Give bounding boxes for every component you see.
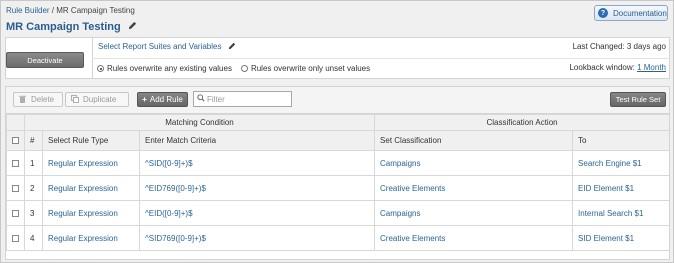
- duplicate-label: Duplicate: [83, 95, 117, 104]
- duplicate-icon: [71, 94, 79, 105]
- row-number: 4: [24, 225, 43, 251]
- match-criteria-cell[interactable]: ^SID([0-9]+)$: [138, 150, 376, 176]
- test-rule-set-button[interactable]: Test Rule Set: [610, 92, 666, 107]
- help-icon: ?: [598, 8, 608, 18]
- match-criteria-cell[interactable]: ^SID769([0-9]+)$: [138, 225, 376, 251]
- select-report-suites-link[interactable]: Select Report Suites and Variables: [98, 42, 221, 51]
- delete-label: Delete: [31, 95, 55, 104]
- row-checkbox[interactable]: [12, 159, 19, 167]
- rules-panel: Delete Duplicate + Add Rule Filter Test …: [5, 86, 670, 260]
- col-header-to[interactable]: To: [572, 130, 669, 151]
- classification-cell[interactable]: Creative Elements: [374, 225, 574, 251]
- pencil-icon[interactable]: [228, 42, 236, 52]
- classification-action-header: Classification Action: [374, 114, 669, 131]
- lookback-value-link[interactable]: 1 Month: [637, 63, 666, 72]
- breadcrumb-current: MR Campaign Testing: [56, 6, 135, 15]
- delete-button[interactable]: Delete: [13, 92, 63, 107]
- to-cell[interactable]: EID Element $1: [572, 175, 669, 201]
- row-checkbox-cell: [6, 175, 25, 201]
- row-checkbox-cell: [6, 150, 25, 176]
- select-all-cell: [6, 130, 25, 151]
- page-title-wrap: MR Campaign Testing: [6, 21, 137, 33]
- to-cell[interactable]: Search Engine $1: [572, 150, 669, 176]
- col-header-number[interactable]: #: [24, 130, 43, 151]
- rules-toolbar: Delete Duplicate + Add Rule Filter Test …: [6, 87, 669, 114]
- row-checkbox[interactable]: [12, 209, 19, 217]
- radio-overwrite-all-label: Rules overwrite any existing values: [107, 64, 232, 73]
- lookback-window: Lookback window: 1 Month: [569, 63, 666, 72]
- rule-type-cell[interactable]: Regular Expression: [42, 175, 140, 201]
- filter-placeholder: Filter: [207, 94, 225, 104]
- classification-cell[interactable]: Campaigns: [374, 150, 574, 176]
- table-row[interactable]: 4 Regular Expression ^SID769([0-9]+)$ Cr…: [6, 225, 669, 251]
- row-checkbox[interactable]: [12, 184, 19, 192]
- match-criteria-cell[interactable]: ^EID([0-9]+)$: [138, 200, 376, 226]
- row-checkbox-cell: [6, 225, 25, 251]
- col-header-match-criteria[interactable]: Enter Match Criteria: [138, 130, 376, 151]
- to-cell[interactable]: Internal Search $1: [572, 200, 669, 226]
- select-report-suites: Select Report Suites and Variables: [98, 42, 236, 52]
- plus-icon: +: [142, 95, 147, 104]
- lookback-label: Lookback window:: [569, 63, 635, 72]
- group-header-spacer: [6, 114, 25, 131]
- documentation-button[interactable]: ? Documentation: [594, 5, 668, 21]
- rule-type-cell[interactable]: Regular Expression: [42, 150, 140, 176]
- radio-overwrite-all[interactable]: [97, 65, 104, 72]
- add-rule-label: Add Rule: [149, 95, 183, 104]
- matching-condition-header: Matching Condition: [23, 114, 376, 131]
- table-row[interactable]: 1 Regular Expression ^SID([0-9]+)$ Campa…: [6, 150, 669, 176]
- rules-table: Matching Condition Classification Action…: [6, 114, 669, 251]
- page-title: MR Campaign Testing: [6, 21, 121, 33]
- trash-icon: [19, 95, 26, 105]
- row-number: 1: [24, 150, 43, 176]
- col-header-set-classification[interactable]: Set Classification: [374, 130, 574, 151]
- duplicate-button[interactable]: Duplicate: [65, 92, 129, 107]
- filter-input[interactable]: Filter: [193, 91, 292, 107]
- select-all-checkbox[interactable]: [12, 137, 19, 145]
- col-header-rule-type[interactable]: Select Rule Type: [42, 130, 140, 151]
- classification-cell[interactable]: Campaigns: [374, 200, 574, 226]
- overwrite-options: Rules overwrite any existing values Rule…: [97, 64, 370, 73]
- row-checkbox[interactable]: [12, 234, 19, 242]
- breadcrumb: Rule Builder / MR Campaign Testing: [6, 6, 135, 15]
- table-column-header: # Select Rule Type Enter Match Criteria …: [6, 130, 669, 151]
- match-criteria-cell[interactable]: ^EID769([0-9]+)$: [138, 175, 376, 201]
- radio-overwrite-unset-label: Rules overwrite only unset values: [250, 64, 371, 73]
- rule-type-cell[interactable]: Regular Expression: [42, 225, 140, 251]
- documentation-label: Documentation: [613, 8, 667, 18]
- add-rule-button[interactable]: + Add Rule: [137, 92, 188, 107]
- rule-type-cell[interactable]: Regular Expression: [42, 200, 140, 226]
- to-cell[interactable]: SID Element $1: [572, 225, 669, 251]
- table-group-header: Matching Condition Classification Action: [6, 114, 669, 131]
- last-changed-text: Last Changed: 3 days ago: [572, 42, 666, 51]
- table-row[interactable]: 2 Regular Expression ^EID769([0-9]+)$ Cr…: [6, 175, 669, 201]
- radio-overwrite-unset[interactable]: [240, 65, 248, 72]
- classification-cell[interactable]: Creative Elements: [374, 175, 574, 201]
- row-number: 3: [24, 200, 43, 226]
- breadcrumb-root-link[interactable]: Rule Builder: [6, 6, 50, 15]
- deactivate-button[interactable]: Deactivate: [6, 52, 84, 68]
- row-number: 2: [24, 175, 43, 201]
- search-icon: [197, 94, 205, 104]
- panel-row-divider: [92, 58, 670, 59]
- table-row[interactable]: 3 Regular Expression ^EID([0-9]+)$ Campa…: [6, 200, 669, 226]
- row-checkbox-cell: [6, 200, 25, 226]
- pencil-icon[interactable]: [128, 21, 137, 33]
